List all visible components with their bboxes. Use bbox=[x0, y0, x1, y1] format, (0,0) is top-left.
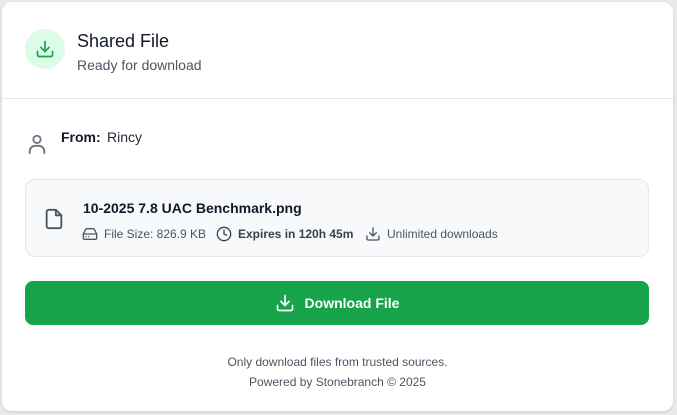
file-name: 10-2025 7.8 UAC Benchmark.png bbox=[83, 200, 302, 216]
download-file-button[interactable]: Download File bbox=[25, 281, 649, 325]
downloads-text: Unlimited downloads bbox=[387, 227, 498, 241]
page-title: Shared File bbox=[77, 31, 170, 51]
shared-file-card: Shared File Ready for download From: Rin… bbox=[2, 2, 673, 411]
file-info-panel: 10-2025 7.8 UAC Benchmark.png File Size:… bbox=[25, 179, 649, 257]
sender-label: From: bbox=[61, 129, 101, 145]
file-icon bbox=[45, 208, 63, 230]
security-warning: Only download files from trusted sources… bbox=[227, 355, 448, 369]
file-size-text: File Size: 826.9 KB bbox=[104, 227, 207, 241]
hard-drive-icon bbox=[82, 228, 98, 240]
download-count-icon bbox=[366, 227, 380, 241]
user-icon bbox=[28, 134, 46, 155]
expiry-meta: Expires in 120h 45m bbox=[216, 226, 353, 242]
page-subtitle: Ready for download bbox=[77, 57, 202, 73]
downloads-meta: Unlimited downloads bbox=[365, 226, 498, 242]
file-size-meta: File Size: 826.9 KB bbox=[82, 226, 206, 242]
download-icon bbox=[36, 40, 54, 58]
download-button-label: Download File bbox=[304, 295, 400, 311]
card-header: Shared File Ready for download bbox=[2, 2, 673, 99]
clock-icon bbox=[216, 226, 232, 242]
header-download-badge bbox=[25, 29, 65, 69]
expiry-text: Expires in 120h 45m bbox=[238, 227, 354, 241]
sender-name: Rincy bbox=[107, 129, 143, 145]
download-button-icon bbox=[276, 294, 293, 312]
powered-by: Powered by Stonebranch © 2025 bbox=[249, 375, 426, 389]
